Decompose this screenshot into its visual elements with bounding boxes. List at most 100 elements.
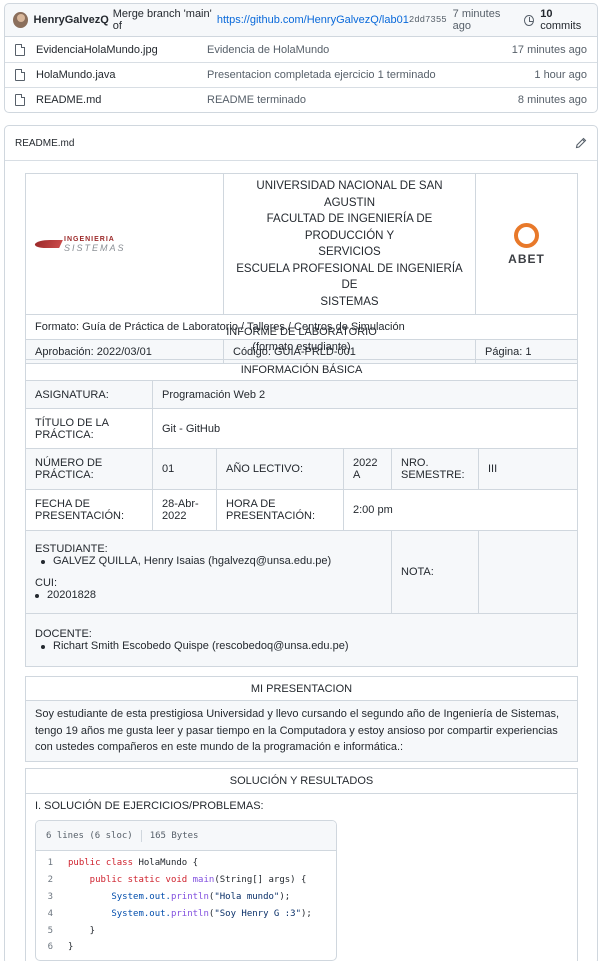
commit-time: 7 minutes ago xyxy=(452,8,501,32)
code-block: 6 lines (6 sloc) 165 Bytes 1 public clas… xyxy=(35,820,337,961)
asignatura-value: Programación Web 2 xyxy=(152,380,578,409)
commit-sha[interactable]: 2dd7355 xyxy=(409,15,447,25)
code-size: 165 Bytes xyxy=(149,830,199,841)
code-function: main xyxy=(192,875,215,886)
code-string: "Soy Henry G :3" xyxy=(214,908,302,919)
commit-meta: 2dd7355 7 minutes ago 10 commits xyxy=(409,8,589,32)
code-line: 4 System .out. println("Soy Henry G :3"); xyxy=(36,905,336,922)
code-keyword: void xyxy=(165,875,193,886)
abet-logo: ABET xyxy=(508,222,545,266)
code-args: (String[] args) { xyxy=(214,875,307,886)
asignatura-label: ASIGNATURA: xyxy=(25,380,153,409)
commits-count: 10 xyxy=(540,8,553,20)
file-name[interactable]: HolaMundo.java xyxy=(36,69,207,81)
commits-label: commits xyxy=(540,20,582,32)
file-row[interactable]: README.md README terminado 8 minutes ago xyxy=(5,87,597,112)
code-punct: { xyxy=(187,858,199,869)
line-number[interactable]: 5 xyxy=(36,926,68,936)
file-commit-message[interactable]: README terminado xyxy=(207,94,518,106)
line-number[interactable]: 6 xyxy=(36,942,68,952)
logo-word-sistemas: SISTEMAS xyxy=(64,243,126,253)
basic-info-title: INFORMACIÓN BÁSICA xyxy=(25,359,578,381)
code-line: 6 } xyxy=(36,939,336,956)
line-number[interactable]: 4 xyxy=(36,909,68,919)
file-name[interactable]: EvidenciaHolaMundo.jpg xyxy=(36,44,207,56)
line-number[interactable]: 1 xyxy=(36,858,68,868)
code-punct: ); xyxy=(279,891,291,902)
readme-panel: README.md INGENIERIA SISTEMAS UNIVERSIDA… xyxy=(4,125,598,961)
code-keyword: public static xyxy=(68,875,166,886)
faculty-name-2: SERVICIOS xyxy=(318,246,381,258)
code-header: 6 lines (6 sloc) 165 Bytes xyxy=(36,821,336,851)
file-commit-message[interactable]: Presentacion completada ejercicio 1 term… xyxy=(207,69,534,81)
titulo-label: TÍTULO DE LA PRÁCTICA: xyxy=(25,408,153,449)
file-row[interactable]: HolaMundo.java Presentacion completada e… xyxy=(5,62,597,87)
line-number[interactable]: 3 xyxy=(36,892,68,902)
code-lines-info: 6 lines (6 sloc) xyxy=(46,830,133,841)
presentacion-title: MI PRESENTACION xyxy=(25,676,578,701)
fecha-value: 28-Abr-2022 xyxy=(152,489,217,531)
readme-header: README.md xyxy=(5,126,597,161)
numero-value: 01 xyxy=(152,448,217,490)
nota-value xyxy=(478,530,578,614)
university-title: UNIVERSIDAD NACIONAL DE SAN AGUSTIN FACU… xyxy=(223,173,476,315)
file-commit-message[interactable]: Evidencia de HolaMundo xyxy=(207,44,512,56)
pencil-icon[interactable] xyxy=(575,137,587,149)
commit-author[interactable]: HenryGalvezQ xyxy=(34,14,109,26)
code-class-name: HolaMundo xyxy=(138,858,188,869)
basic-info-table: INFORMACIÓN BÁSICA ASIGNATURA: Programac… xyxy=(25,359,578,667)
informe-heading: INFORME DE LABORATORIO (formato estudian… xyxy=(25,325,578,355)
code-punct: } xyxy=(68,942,74,953)
history-icon xyxy=(524,14,535,26)
university-name: UNIVERSIDAD NACIONAL DE SAN AGUSTIN xyxy=(256,180,443,209)
commit-message[interactable]: Merge branch 'main' of xyxy=(113,8,214,32)
hora-value: 2:00 pm xyxy=(343,489,578,531)
code-punct: } xyxy=(68,925,96,936)
code-member: .out. xyxy=(143,908,171,919)
faculty-name-1: FACULTAD DE INGENIERÍA DE PRODUCCIÓN Y xyxy=(266,213,433,242)
docente-item: Richart Smith Escobedo Quispe (rescobedo… xyxy=(35,640,568,652)
semestre-value: III xyxy=(478,448,578,490)
solucion-subtitle: I. SOLUCIÓN DE EJERCICIOS/PROBLEMAS: xyxy=(35,800,264,812)
commits-count-link[interactable]: 10 commits xyxy=(540,8,589,32)
estudiante-cell: ESTUDIANTE: GALVEZ QUILLA, Henry Isaias … xyxy=(25,530,392,614)
code-function: println xyxy=(170,891,209,902)
code-object: System xyxy=(68,891,144,902)
file-name[interactable]: README.md xyxy=(36,94,207,106)
presentacion-table: MI PRESENTACION Soy estudiante de esta p… xyxy=(25,676,578,762)
anio-value: 2022 A xyxy=(343,448,392,490)
code-keyword: public class xyxy=(68,858,139,869)
latest-commit-bar: HenryGalvezQ Merge branch 'main' of http… xyxy=(4,3,598,37)
school-name-1: ESCUELA PROFESIONAL DE INGENIERÍA DE xyxy=(236,262,463,292)
informe-title: INFORME DE LABORATORIO xyxy=(226,326,377,338)
code-object: System xyxy=(68,908,144,919)
code-punct: ); xyxy=(301,908,312,919)
solucion-table: SOLUCIÓN Y RESULTADOS I. SOLUCIÓN DE EJE… xyxy=(25,768,578,961)
readme-title: README.md xyxy=(15,137,75,149)
fecha-label: FECHA DE PRESENTACIÓN: xyxy=(25,489,153,531)
numero-label: NÚMERO DE PRÁCTICA: xyxy=(25,448,153,490)
abet-text: ABET xyxy=(508,251,545,266)
nota-label: NOTA: xyxy=(391,530,479,614)
estudiante-label: ESTUDIANTE: xyxy=(35,543,108,555)
estudiante-item: GALVEZ QUILLA, Henry Isaias (hgalvezq@un… xyxy=(35,555,382,567)
code-line: 5 } xyxy=(36,922,336,939)
cui-item: 20201828 xyxy=(35,589,382,601)
informe-subtitle: (formato estudiante) xyxy=(252,341,351,353)
docente-label: DOCENTE: xyxy=(35,628,92,640)
code-function: println xyxy=(170,908,209,919)
avatar[interactable] xyxy=(13,12,28,28)
faculty-logo-cell: INGENIERIA SISTEMAS xyxy=(25,173,224,315)
code-string: "Hola mundo" xyxy=(214,891,280,902)
code-line: 3 System .out. println("Hola mundo"); xyxy=(36,889,336,906)
commit-link[interactable]: https://github.com/HenryGalvezQ/lab01 xyxy=(217,14,409,26)
anio-label: AÑO LECTIVO: xyxy=(216,448,344,490)
file-icon xyxy=(15,69,25,81)
school-name-2: SISTEMAS xyxy=(320,295,379,308)
code-body: 1 public class HolaMundo { 2 public stat… xyxy=(36,851,336,960)
presentacion-text: Soy estudiante de esta prestigiosa Unive… xyxy=(25,700,578,762)
docente-cell: DOCENTE: Richart Smith Escobedo Quispe (… xyxy=(25,613,578,667)
code-line: 1 public class HolaMundo { xyxy=(36,855,336,872)
file-row[interactable]: EvidenciaHolaMundo.jpg Evidencia de Hola… xyxy=(5,37,597,62)
line-number[interactable]: 2 xyxy=(36,875,68,885)
